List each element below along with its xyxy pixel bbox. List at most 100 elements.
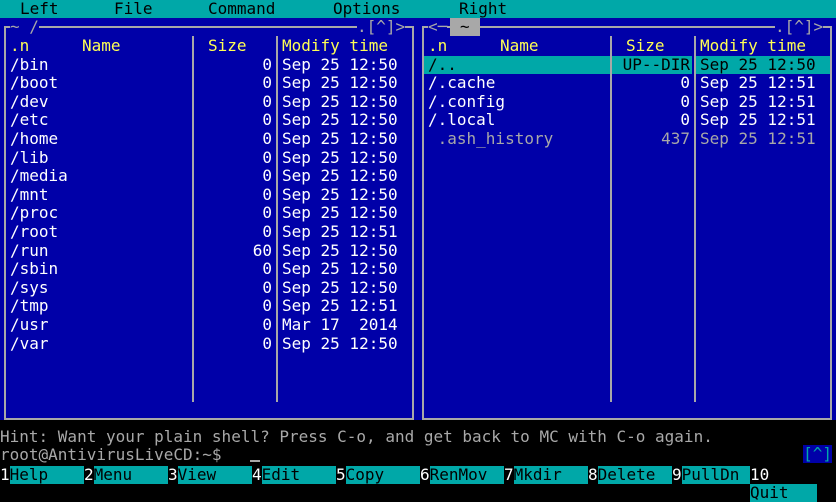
- fkey-pulldn[interactable]: 9PullDn: [672, 465, 751, 484]
- file-name: /etc: [10, 110, 49, 130]
- fkey-number: 6: [420, 465, 430, 484]
- file-size: 0: [262, 333, 272, 353]
- fkey-copy[interactable]: 5Copy: [336, 465, 421, 484]
- file-name: /usr: [10, 314, 49, 334]
- file-name: /boot: [10, 73, 59, 93]
- file-name: /media: [10, 166, 68, 186]
- fkey-label: PullDn: [681, 466, 751, 484]
- menu-file[interactable]: File: [114, 0, 153, 18]
- right-col-sort[interactable]: .n: [428, 36, 447, 56]
- menu-left[interactable]: Left: [20, 0, 59, 18]
- fkey-help[interactable]: 1Help: [0, 465, 85, 484]
- fkey-label: Copy: [345, 466, 421, 484]
- fkey-renmov[interactable]: 6RenMov: [420, 465, 505, 484]
- file-name: /sbin: [10, 259, 59, 279]
- file-size: UP--DIR: [622, 54, 690, 74]
- file-name: /.cache: [428, 73, 496, 93]
- fkey-label: Help: [9, 466, 85, 484]
- file-size: 0: [262, 314, 272, 334]
- left-panel-corner-buttons[interactable]: .[^]>: [357, 18, 406, 36]
- fkey-label: View: [177, 466, 253, 484]
- file-size: 0: [680, 91, 690, 111]
- right-col-divider-1: [610, 36, 612, 402]
- shell-marker[interactable]: [^]: [803, 445, 832, 463]
- menu-bar: Left File Command Options Right: [0, 0, 836, 18]
- file-time: Sep 25 12:50: [282, 203, 398, 223]
- file-time: Sep 25 12:50: [282, 110, 398, 130]
- right-panel-left-mark: <─: [428, 17, 448, 36]
- fkey-label: Edit: [261, 466, 337, 484]
- file-name: /dev: [10, 91, 49, 111]
- menu-right[interactable]: Right: [459, 0, 507, 18]
- file-size: 0: [262, 259, 272, 279]
- file-name: /sys: [10, 277, 49, 297]
- file-size: 0: [262, 166, 272, 186]
- fkey-number: 8: [588, 465, 598, 484]
- file-time: Sep 25 12:50: [282, 128, 398, 148]
- file-size: 60: [252, 240, 272, 260]
- left-col-time[interactable]: Modify time: [282, 36, 388, 56]
- file-size: 0: [262, 73, 272, 93]
- fkey-mkdir[interactable]: 7Mkdir: [504, 465, 589, 484]
- file-name: /tmp: [10, 296, 49, 316]
- right-panel-path: ~: [450, 18, 480, 36]
- right-col-size[interactable]: Size: [626, 36, 665, 56]
- left-col-divider-2: [276, 36, 278, 402]
- fkey-view[interactable]: 3View: [168, 465, 253, 484]
- left-col-name[interactable]: Name: [82, 36, 121, 56]
- right-col-time[interactable]: Modify time: [700, 36, 806, 56]
- file-time: Sep 25 12:50: [282, 73, 398, 93]
- file-time: Sep 25 12:50: [282, 259, 398, 279]
- fkey-number: 9: [672, 465, 682, 484]
- file-name: /.config: [428, 91, 506, 111]
- left-col-size[interactable]: Size: [208, 36, 247, 56]
- file-name: /proc: [10, 203, 59, 223]
- menu-options[interactable]: Options: [333, 0, 400, 18]
- file-time: Sep 25 12:50: [282, 147, 398, 167]
- file-name: /run: [10, 240, 49, 260]
- file-name: /var: [10, 333, 49, 353]
- left-panel[interactable]: ~ / .[^]> .n Name Size Modify time /bin 0…: [0, 18, 418, 420]
- file-size: 437: [661, 128, 690, 148]
- file-size: 0: [262, 128, 272, 148]
- file-size: 0: [680, 110, 690, 130]
- shell-prompt[interactable]: root@AntivirusLiveCD:~$: [0, 446, 222, 464]
- left-panel-path: ~ /: [10, 17, 39, 36]
- fkey-edit[interactable]: 4Edit: [252, 465, 337, 484]
- file-time: Mar 17 2014: [282, 314, 398, 334]
- right-panel-corner-buttons[interactable]: .[^]>: [775, 18, 824, 36]
- fkey-quit[interactable]: 10Quit: [750, 465, 836, 502]
- file-size: 0: [262, 296, 272, 316]
- file-size: 0: [680, 73, 690, 93]
- file-time: Sep 25 12:51: [282, 221, 398, 241]
- menu-command[interactable]: Command: [208, 0, 275, 18]
- file-time: Sep 25 12:50: [282, 184, 398, 204]
- fkey-menu[interactable]: 2Menu: [84, 465, 169, 484]
- fkey-delete[interactable]: 8Delete: [588, 465, 673, 484]
- right-panel[interactable]: <─ ~ .[^]> .n Name Size Modify time /.. U…: [418, 18, 836, 420]
- right-col-name[interactable]: Name: [500, 36, 539, 56]
- file-time: Sep 25 12:51: [700, 128, 816, 148]
- file-time: Sep 25 12:51: [700, 91, 816, 111]
- fkey-number: 1: [0, 465, 10, 484]
- file-size: 0: [262, 203, 272, 223]
- file-time: Sep 25 12:50: [282, 240, 398, 260]
- fkey-label: RenMov: [429, 466, 505, 484]
- file-time: Sep 25 12:50: [282, 166, 398, 186]
- hint-line: Hint: Want your plain shell? Press C-o, …: [0, 427, 713, 446]
- function-key-bar: 1Help 2Menu 3View 4Edit 5Copy 6RenMov 7Mkdir 8D…: [0, 465, 836, 502]
- left-col-sort[interactable]: .n: [10, 36, 29, 56]
- file-name: /..: [428, 54, 457, 74]
- file-time: Sep 25 12:50: [282, 54, 398, 74]
- file-time: Sep 25 12:50: [282, 91, 398, 111]
- file-size: 0: [262, 91, 272, 111]
- file-name: /mnt: [10, 184, 49, 204]
- fkey-number: 5: [336, 465, 346, 484]
- fkey-number: 10: [750, 465, 770, 484]
- file-time: Sep 25 12:50: [282, 333, 398, 353]
- fkey-label: Delete: [597, 466, 673, 484]
- file-name: /.local: [428, 110, 496, 130]
- file-size: 0: [262, 110, 272, 130]
- fkey-number: 7: [504, 465, 514, 484]
- file-name: /home: [10, 128, 59, 148]
